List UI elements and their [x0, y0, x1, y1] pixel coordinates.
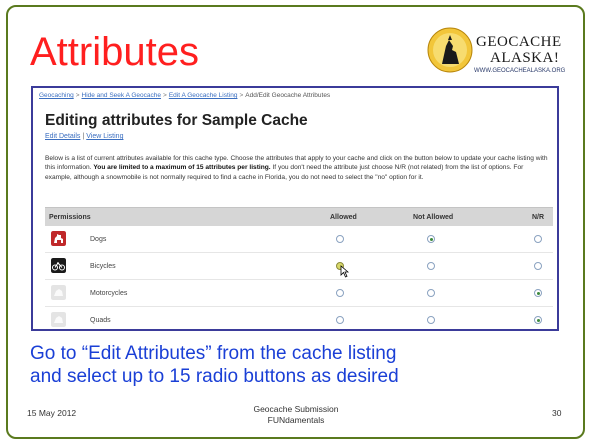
breadcrumb-link[interactable]: Geocaching: [39, 92, 74, 99]
radio-nr[interactable]: [534, 316, 542, 324]
radio-nr[interactable]: [534, 235, 542, 243]
attribute-label: Quads: [90, 317, 111, 324]
table-row: Motorcycles: [45, 280, 553, 307]
page-heading: Editing attributes for Sample Cache: [45, 112, 308, 129]
intro-text: Below is a list of current attributes av…: [45, 155, 548, 181]
radio-allowed[interactable]: [336, 289, 344, 297]
footer-date: 15 May 2012: [27, 408, 77, 418]
header-nr: N/R: [532, 214, 545, 221]
footer-page-number: 30: [552, 408, 562, 418]
attribute-label: Dogs: [90, 236, 107, 243]
view-listing-link[interactable]: View Listing: [86, 133, 123, 140]
radio-allowed[interactable]: [336, 316, 344, 324]
slide-caption: Go to “Edit Attributes” from the cache l…: [30, 342, 570, 388]
table-row: Bicycles: [45, 253, 553, 280]
logo-text-alaska: ALASKA!: [490, 50, 560, 66]
radio-nr[interactable]: [534, 289, 542, 297]
header-allowed: Allowed: [330, 214, 357, 221]
dog-icon: [51, 231, 66, 246]
footer-title: Geocache Submission FUNdamentals: [253, 404, 339, 425]
radio-not-allowed[interactable]: [427, 289, 435, 297]
attribute-label: Bicycles: [90, 263, 116, 270]
mouse-cursor-icon: [340, 265, 349, 278]
caption-line: and select up to 15 radio buttons as des…: [30, 366, 399, 387]
radio-allowed[interactable]: [336, 235, 344, 243]
table-row: Quads: [45, 307, 553, 329]
bicycle-icon: [51, 258, 66, 273]
radio-not-allowed[interactable]: [427, 316, 435, 324]
geocache-alaska-logo: GEOCACHE ALASKA! WWW.GEOCACHEALASKA.ORG: [426, 26, 568, 80]
edit-details-link[interactable]: Edit Details: [45, 133, 80, 140]
breadcrumb-link[interactable]: Edit A Geocache Listing: [169, 92, 238, 99]
radio-not-allowed[interactable]: [427, 262, 435, 270]
caption-line: Go to “Edit Attributes” from the cache l…: [30, 343, 397, 364]
radio-not-allowed[interactable]: [427, 235, 435, 243]
table-row: Dogs: [45, 226, 553, 253]
attribute-label: Motorcycles: [90, 290, 128, 297]
breadcrumb-current: Add/Edit Geocache Attributes: [245, 92, 331, 99]
breadcrumb-link[interactable]: Hide and Seek A Geocache: [82, 92, 162, 99]
geocache-logo-icon: [427, 27, 473, 73]
motorcycle-icon: [51, 285, 66, 300]
header-permissions: Permissions: [49, 214, 91, 221]
attributes-table: Permissions Allowed Not Allowed N/R Dogs: [45, 207, 553, 329]
limit-notice: You are limited to a maximum of 15 attri…: [93, 164, 271, 172]
quad-icon: [51, 312, 66, 327]
radio-nr[interactable]: [534, 262, 542, 270]
table-header: Permissions Allowed Not Allowed N/R: [45, 207, 553, 226]
slide-title: Attributes: [30, 30, 199, 74]
logo-text-geocache: GEOCACHE: [476, 34, 562, 50]
header-not-allowed: Not Allowed: [413, 214, 454, 221]
listing-links: Edit Details | View Listing: [45, 133, 124, 140]
logo-url: WWW.GEOCACHEALASKA.ORG: [474, 68, 566, 74]
edit-attributes-screenshot: Geocaching > Hide and Seek A Geocache > Edit…: [31, 86, 559, 331]
breadcrumb: Geocaching > Hide and Seek A Geocache > Edit…: [39, 92, 331, 99]
